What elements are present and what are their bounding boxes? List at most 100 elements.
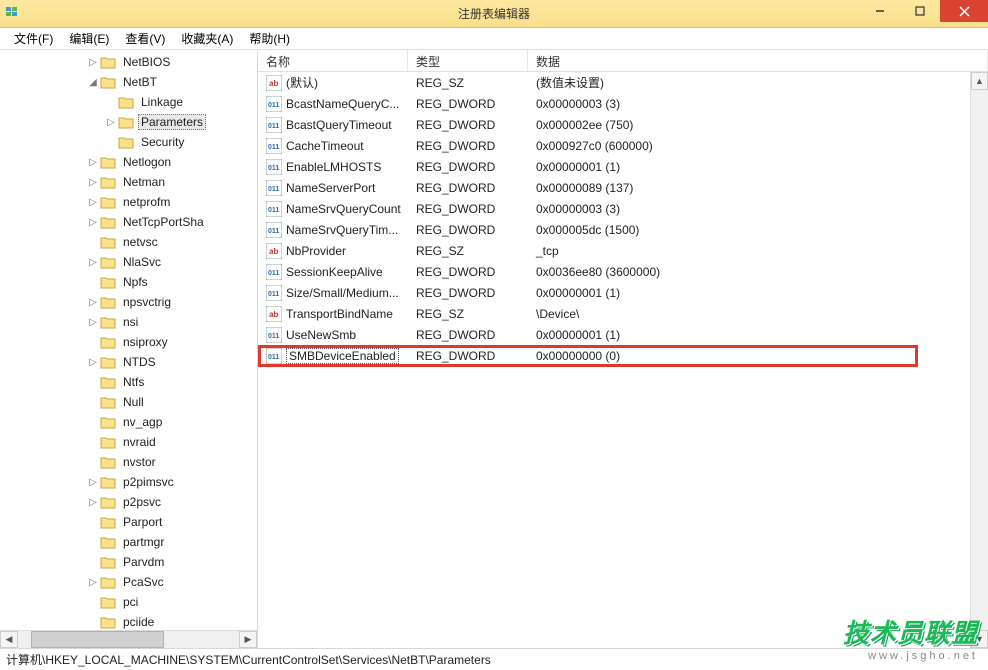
tree-node-label[interactable]: NTDS: [120, 354, 159, 370]
tree-node[interactable]: ▷ Netman: [0, 172, 257, 192]
tree-node[interactable]: ▷ PcaSvc: [0, 572, 257, 592]
tree-node-label[interactable]: NetBIOS: [120, 54, 173, 70]
tree-node-label[interactable]: netvsc: [120, 234, 161, 250]
registry-tree[interactable]: ▷ NetBIOS ◢ NetBT ·Linkage ▷ Parameters ·Securi…: [0, 50, 257, 630]
tree-node[interactable]: ▷ nsi: [0, 312, 257, 332]
tree-node[interactable]: ·Null: [0, 392, 257, 412]
maximize-button[interactable]: [900, 0, 940, 22]
tree-node-label[interactable]: Linkage: [138, 94, 186, 110]
tree-node-label[interactable]: p2psvc: [120, 494, 164, 510]
tree-hscrollbar[interactable]: ◀ ▶: [0, 630, 257, 648]
menu-view[interactable]: 查看(V): [117, 28, 173, 49]
expand-toggle-icon[interactable]: ▷: [86, 217, 100, 228]
tree-node[interactable]: ▷ p2pimsvc: [0, 472, 257, 492]
tree-node-label[interactable]: NlaSvc: [120, 254, 164, 270]
tree-node[interactable]: ·nvraid: [0, 432, 257, 452]
menu-edit[interactable]: 编辑(E): [61, 28, 117, 49]
tree-node[interactable]: ▷ Netlogon: [0, 152, 257, 172]
scroll-down-icon[interactable]: ▼: [971, 630, 988, 648]
scroll-right-icon[interactable]: ▶: [239, 631, 257, 648]
value-row[interactable]: Size/Small/Medium...REG_DWORD0x00000001 …: [258, 282, 988, 303]
tree-node[interactable]: ▷ netprofm: [0, 192, 257, 212]
tree-node-label[interactable]: Npfs: [120, 274, 151, 290]
tree-node[interactable]: ·Parvdm: [0, 552, 257, 572]
tree-node[interactable]: ▷ NetBIOS: [0, 52, 257, 72]
tree-node-label[interactable]: nvraid: [120, 434, 159, 450]
tree-node-label[interactable]: nsiproxy: [120, 334, 171, 350]
scroll-left-icon[interactable]: ◀: [0, 631, 18, 648]
tree-node[interactable]: ▷ p2psvc: [0, 492, 257, 512]
tree-node[interactable]: ▷ NTDS: [0, 352, 257, 372]
col-data[interactable]: 数据: [528, 50, 988, 71]
value-row[interactable]: SessionKeepAliveREG_DWORD0x0036ee80 (360…: [258, 261, 988, 282]
tree-node[interactable]: ◢ NetBT: [0, 72, 257, 92]
tree-node-label[interactable]: Security: [138, 134, 187, 150]
list-body[interactable]: (默认)REG_SZ(数值未设置)BcastNameQueryC...REG_D…: [258, 72, 988, 648]
value-row[interactable]: CacheTimeoutREG_DWORD0x000927c0 (600000): [258, 135, 988, 156]
tree-node-label[interactable]: nvstor: [120, 454, 159, 470]
value-row[interactable]: NameServerPortREG_DWORD0x00000089 (137): [258, 177, 988, 198]
menu-help[interactable]: 帮助(H): [241, 28, 298, 49]
value-row[interactable]: EnableLMHOSTSREG_DWORD0x00000001 (1): [258, 156, 988, 177]
tree-node-label[interactable]: nsi: [120, 314, 141, 330]
tree-node-label[interactable]: p2pimsvc: [120, 474, 177, 490]
tree-node[interactable]: ·Ntfs: [0, 372, 257, 392]
tree-node[interactable]: ▷ NlaSvc: [0, 252, 257, 272]
expand-toggle-icon[interactable]: ▷: [86, 57, 100, 68]
value-row[interactable]: NameSrvQueryCountREG_DWORD0x00000003 (3): [258, 198, 988, 219]
tree-node-label[interactable]: Ntfs: [120, 374, 147, 390]
tree-node[interactable]: ·Security: [0, 132, 257, 152]
tree-node-label[interactable]: npsvctrig: [120, 294, 174, 310]
expand-toggle-icon[interactable]: ▷: [86, 577, 100, 588]
expand-toggle-icon[interactable]: ▷: [86, 157, 100, 168]
menu-favorites[interactable]: 收藏夹(A): [173, 28, 241, 49]
tree-node-label[interactable]: Netlogon: [120, 154, 174, 170]
tree-node-label[interactable]: pci: [120, 594, 141, 610]
scroll-up-icon[interactable]: ▲: [971, 72, 988, 90]
tree-node-label[interactable]: Netman: [120, 174, 168, 190]
value-row[interactable]: TransportBindNameREG_SZ\Device\: [258, 303, 988, 324]
col-name[interactable]: 名称: [258, 50, 408, 71]
tree-node[interactable]: ▷ NetTcpPortSha: [0, 212, 257, 232]
value-row[interactable]: SMBDeviceEnabledREG_DWORD0x00000000 (0): [258, 345, 988, 366]
tree-node-label[interactable]: NetTcpPortSha: [120, 214, 207, 230]
tree-node[interactable]: ·pci: [0, 592, 257, 612]
tree-node[interactable]: ·Linkage: [0, 92, 257, 112]
minimize-button[interactable]: [860, 0, 900, 22]
tree-node-label[interactable]: NetBT: [120, 74, 160, 90]
close-button[interactable]: [940, 0, 988, 22]
expand-toggle-icon[interactable]: ▷: [104, 117, 118, 128]
value-row[interactable]: (默认)REG_SZ(数值未设置): [258, 72, 988, 93]
tree-node[interactable]: ·netvsc: [0, 232, 257, 252]
tree-node[interactable]: ·pciide: [0, 612, 257, 630]
tree-node-label[interactable]: netprofm: [120, 194, 173, 210]
col-type[interactable]: 类型: [408, 50, 528, 71]
tree-node-label[interactable]: nv_agp: [120, 414, 165, 430]
value-row[interactable]: NbProviderREG_SZ_tcp: [258, 240, 988, 261]
tree-node[interactable]: ▷npsvctrig: [0, 292, 257, 312]
expand-toggle-icon[interactable]: ▷: [86, 357, 100, 368]
list-vscrollbar[interactable]: ▲ ▼: [970, 72, 988, 648]
expand-toggle-icon[interactable]: ▷: [86, 317, 100, 328]
tree-node[interactable]: ·nv_agp: [0, 412, 257, 432]
expand-toggle-icon[interactable]: ▷: [86, 197, 100, 208]
value-row[interactable]: NameSrvQueryTim...REG_DWORD0x000005dc (1…: [258, 219, 988, 240]
tree-node[interactable]: ·nvstor: [0, 452, 257, 472]
expand-toggle-icon[interactable]: ◢: [86, 77, 100, 88]
tree-node-label[interactable]: partmgr: [120, 534, 167, 550]
expand-toggle-icon[interactable]: ▷: [86, 257, 100, 268]
menu-file[interactable]: 文件(F): [6, 28, 61, 49]
value-row[interactable]: UseNewSmbREG_DWORD0x00000001 (1): [258, 324, 988, 345]
tree-node-label[interactable]: Parvdm: [120, 554, 167, 570]
tree-node[interactable]: ▷ Parameters: [0, 112, 257, 132]
expand-toggle-icon[interactable]: ▷: [86, 177, 100, 188]
tree-node[interactable]: ·nsiproxy: [0, 332, 257, 352]
tree-node[interactable]: ·Parport: [0, 512, 257, 532]
value-row[interactable]: BcastNameQueryC...REG_DWORD0x00000003 (3…: [258, 93, 988, 114]
expand-toggle-icon[interactable]: ▷: [86, 477, 100, 488]
tree-node[interactable]: ·partmgr: [0, 532, 257, 552]
tree-node-label[interactable]: Parport: [120, 514, 165, 530]
expand-toggle-icon[interactable]: ▷: [86, 497, 100, 508]
tree-node-label[interactable]: Parameters: [138, 114, 206, 130]
tree-node-label[interactable]: PcaSvc: [120, 574, 167, 590]
